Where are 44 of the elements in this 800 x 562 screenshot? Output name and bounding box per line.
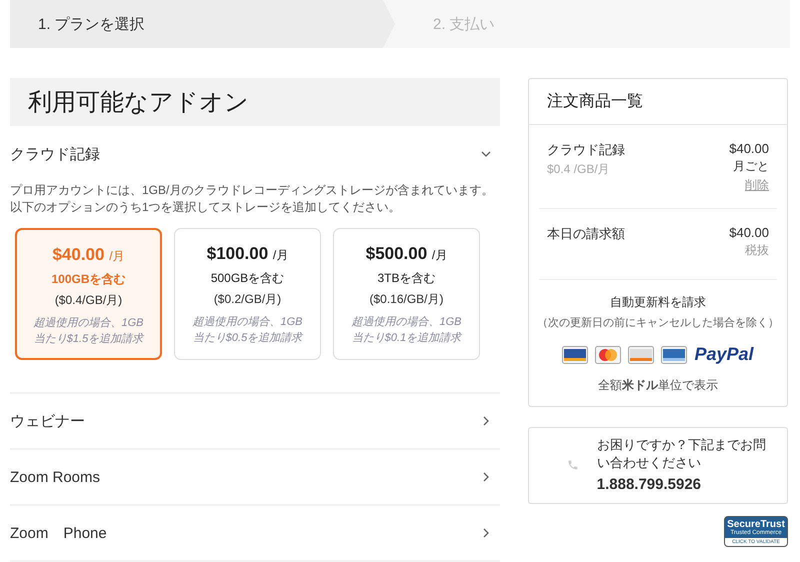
step-tab[interactable]: 1. プランを選択	[10, 0, 395, 48]
phone-number: 1.888.799.5926	[596, 476, 702, 493]
section-title: ウェビナー	[10, 412, 85, 430]
order-title: 注文商品一覧	[529, 79, 787, 125]
overage-note: 超過使用の場合、1GB当たり$0.5を追加請求	[191, 315, 304, 346]
renewal-note: （次の更新日の前にキャンセルした場合を除く）	[537, 316, 779, 330]
overage-note: 超過使用の場合、1GB当たり$0.1を追加請求	[350, 315, 463, 346]
support-text: お困りですか？下記までお問い合わせください	[596, 436, 767, 472]
section-title: クラウド記録	[10, 144, 100, 164]
plan-storage: 3TBを含む	[376, 270, 436, 287]
plan-card[interactable]: $500.00 /月 3TBを含む ($0.16/GB/月) 超過使用の場合、1GB当たり$0.1を追加請求	[333, 228, 480, 360]
page-heading: 利用可能なアドオン	[10, 78, 500, 126]
overage-note: 超過使用の場合、1GB当たり$1.5を追加請求	[32, 316, 145, 347]
section-title: Zoom Rooms	[10, 468, 100, 486]
plan-price: $100.00 /月	[206, 243, 290, 265]
tax-note: 税抜	[745, 242, 769, 259]
credit-card-icon	[628, 346, 654, 364]
section-header[interactable]: クラウド記録	[10, 126, 500, 182]
paypal-logo: PayPal	[694, 344, 754, 365]
item-name: クラウド記録	[547, 141, 625, 159]
section-header[interactable]: Zoom Phone	[10, 506, 500, 560]
total-label: 本日の請求額	[547, 225, 625, 243]
item-rate: $0.4 /GB/月	[547, 161, 610, 178]
section-header[interactable]: Zoom Rooms	[10, 450, 500, 504]
plan-card[interactable]: $100.00 /月 500GBを含む ($0.2/GB/月) 超過使用の場合、1GB当たり$0.5を追加請求	[174, 228, 321, 360]
plan-rate: ($0.4/GB/月)	[54, 292, 124, 309]
plan-storage: 100GBを含む	[50, 271, 127, 288]
section-header[interactable]: ウェビナー	[10, 394, 500, 448]
description-text: プロ用アカウントには、1GB/月のクラウドレコーディングストレージが含まれています。以下のオプションのうち1つを選択してストレージを追加してください。	[10, 182, 494, 216]
credit-card-icon	[661, 346, 688, 364]
credit-card-icon	[595, 346, 622, 364]
credit-card-icon	[562, 346, 588, 364]
section-title: Zoom Phone	[10, 524, 107, 542]
plan-rate: ($0.16/GB/月)	[368, 291, 445, 308]
item-period: 月ごと	[733, 158, 769, 175]
total-amount: $40.00	[729, 225, 769, 240]
plan-storage: 500GBを含む	[210, 270, 286, 287]
item-price: $40.00	[729, 141, 769, 156]
plan-rate: ($0.2/GB/月)	[212, 291, 282, 308]
currency-note: 全額米ドル単位で表示	[598, 377, 718, 394]
renewal-text: 自動更新料を請求	[610, 294, 706, 311]
plan-price: $40.00 /月	[51, 244, 126, 266]
plan-card[interactable]: $40.00 /月 100GBを含む ($0.4/GB/月) 超過使用の場合、1GB当たり$1.5を追加請求	[15, 228, 162, 360]
plan-price: $500.00 /月	[364, 243, 448, 265]
